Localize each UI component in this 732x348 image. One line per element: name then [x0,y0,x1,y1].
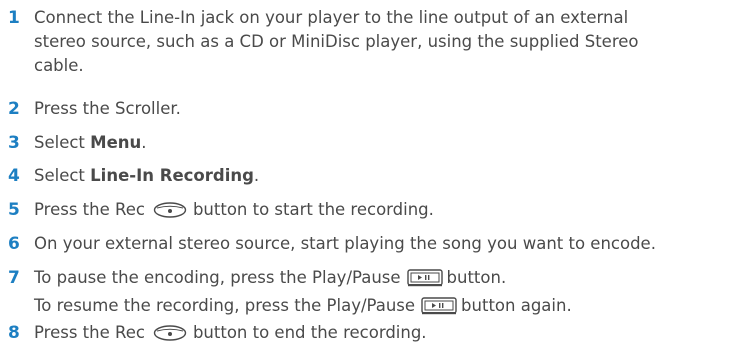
step-text: Press the Rec button to start the recordi… [34,198,434,225]
step-number: 4 [8,166,20,186]
step-text-pre: To resume the recording, press the Play/… [34,296,416,315]
step-text: Select Line-In Recording. [34,164,259,188]
rec-button-icon [153,324,187,348]
step-text: Connect the Line-In jack on your player … [34,6,639,78]
step-text: Press the Scroller. [34,99,181,118]
step-text-post: button to start the recording. [192,200,434,219]
step-text-line: To pause the encoding, press the Play/Pa… [34,266,572,294]
step-number: 1 [8,8,20,28]
step-text-pre: Select [34,166,91,185]
step-text-line: stereo source, such as a CD or MiniDisc … [34,32,639,51]
step-text: To pause the encoding, press the Play/Pa… [34,266,572,322]
step-text-post: button again. [461,296,572,315]
step-number: 8 [8,323,20,343]
step-number: 5 [8,200,20,220]
step-text: Select Menu. [34,131,147,155]
step-text-line: cable. [34,56,84,75]
step-text-pre: To pause the encoding, press the Play/Pa… [34,268,401,287]
step-text-post: . [253,166,260,185]
step-number: 3 [8,133,20,153]
step-number: 7 [8,268,20,288]
step-text-pre: Press the Rec [34,200,145,219]
play-pause-button-icon [406,269,443,294]
menu-label: Menu [90,133,142,152]
step-number: 2 [8,99,20,119]
step-text-pre: Select [34,133,91,152]
rec-button-icon [153,201,187,225]
step-text: On your external stereo source, start pl… [34,234,656,253]
line-in-recording-label: Line-In Recording [90,166,254,185]
step-text-pre: Press the Rec [34,323,145,342]
step-number: 6 [8,234,20,254]
step-text-post: button. [446,268,507,287]
step-text-line: To resume the recording, press the Play/… [34,294,572,322]
step-text-post: button to end the recording. [192,323,427,342]
step-text-line: Connect the Line-In jack on your player … [34,8,629,27]
play-pause-button-icon [421,297,457,322]
step-text: Press the Rec button to end the recording… [34,321,427,348]
step-text-post: . [141,133,147,152]
